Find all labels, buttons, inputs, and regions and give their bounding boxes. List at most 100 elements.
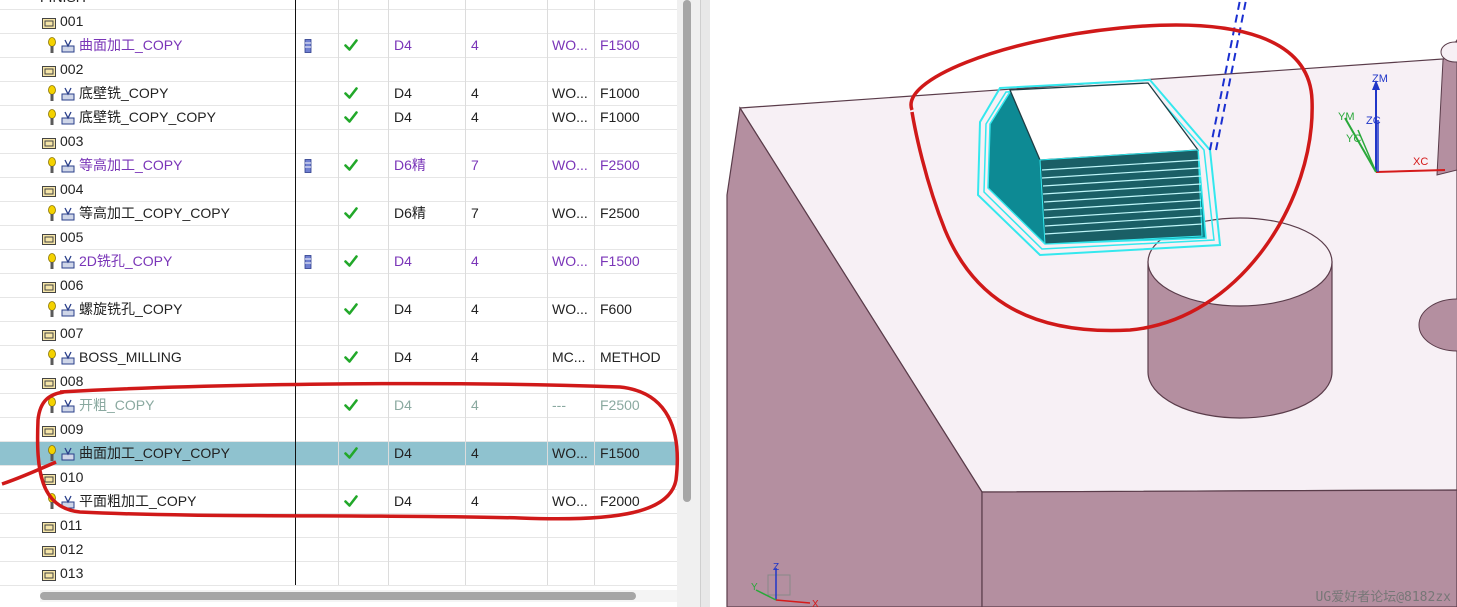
boss-milling-op-icon: [60, 350, 76, 366]
operation-name: 螺旋铣孔_COPY: [79, 301, 183, 317]
tool-change-icon: [304, 159, 312, 173]
method-name: METHOD: [600, 349, 661, 365]
face-rough-op-icon: [60, 494, 76, 510]
program-group-name: 001: [60, 13, 84, 29]
tool-change-icon: [304, 39, 312, 53]
tool-name: D4: [394, 397, 412, 413]
geometry-name: MC...: [552, 349, 586, 365]
program-group-name: 011: [60, 517, 83, 533]
partial-header-label: FINISH: [40, 0, 86, 9]
operation-name: 等高加工_COPY_COPY: [79, 205, 230, 221]
tool-name: D6精: [394, 205, 426, 221]
zlevel-op-icon: [60, 206, 76, 222]
method-name: F2500: [600, 205, 640, 221]
operation-name: 底壁铣_COPY: [79, 85, 169, 101]
program-group-name: 005: [60, 229, 84, 245]
operation-name: 底壁铣_COPY_COPY: [79, 109, 216, 125]
program-group-icon: [42, 184, 57, 197]
method-name: F1500: [600, 37, 640, 53]
program-group-icon: [42, 376, 57, 389]
path-status-check-icon: [344, 302, 358, 316]
path-status-check-icon: [344, 446, 358, 460]
program-group-icon: [42, 520, 57, 533]
vertical-scroll-thumb[interactable]: [683, 0, 691, 502]
yc-label: YC: [1346, 133, 1361, 145]
contour-op-icon: [60, 446, 76, 462]
path-status-check-icon: [344, 38, 358, 52]
horizontal-scroll-thumb[interactable]: [40, 592, 636, 600]
ym-label: YM: [1338, 111, 1355, 123]
path-status-check-icon: [344, 110, 358, 124]
mini-z-label: Z: [773, 562, 779, 573]
graphics-viewport[interactable]: ZM YM ZC YC XC Z Y X UG爱好者论坛@8182zx: [710, 0, 1457, 607]
method-name: F1500: [600, 253, 640, 269]
tool-name: D4: [394, 445, 412, 461]
column-divider-path[interactable]: [388, 0, 389, 585]
method-name: F2500: [600, 157, 640, 173]
program-group-name: 004: [60, 181, 84, 197]
geometry-name: WO...: [552, 253, 588, 269]
tool-number: 4: [471, 253, 479, 269]
zlevel-op-icon: [60, 158, 76, 174]
status-bulb-icon: [48, 37, 56, 54]
operation-name: 2D铣孔_COPY: [79, 253, 173, 269]
program-group-name: 010: [60, 469, 84, 485]
status-bulb-icon: [48, 493, 56, 510]
program-group-name: 009: [60, 421, 84, 437]
floor-wall-op-icon: [60, 110, 76, 126]
operation-name: 曲面加工_COPY_COPY: [79, 445, 230, 461]
watermark: UG爱好者论坛@8182zx: [1315, 590, 1451, 605]
column-divider-geom[interactable]: [594, 0, 595, 585]
operation-navigator: FINISH 001 曲面加工_COPY D4 4 WO... F1500 002 底壁铣_C…: [0, 0, 700, 607]
path-status-check-icon: [344, 158, 358, 172]
program-group-name: 013: [60, 565, 84, 581]
program-group-icon: [42, 232, 57, 245]
status-bulb-icon: [48, 301, 56, 318]
operation-name: 等高加工_COPY: [79, 157, 183, 173]
program-group-name: 008: [60, 373, 84, 389]
tool-number: 4: [471, 37, 479, 53]
tool-number: 7: [471, 157, 479, 173]
tool-name: D4: [394, 37, 412, 53]
status-bulb-icon: [48, 253, 56, 270]
helical-op-icon: [60, 302, 76, 318]
program-group-icon: [42, 472, 57, 485]
mini-y-label: Y: [751, 582, 758, 593]
path-status-check-icon: [344, 254, 358, 268]
zm-label: ZM: [1372, 73, 1388, 85]
program-group-icon: [42, 424, 57, 437]
program-group-name: 006: [60, 277, 84, 293]
path-status-check-icon: [344, 350, 358, 364]
column-divider-num[interactable]: [547, 0, 548, 585]
status-bulb-icon: [48, 205, 56, 222]
operation-name: 开粗_COPY: [79, 397, 155, 413]
geometry-name: WO...: [552, 493, 588, 509]
tool-number: 4: [471, 301, 479, 317]
tool-number: 4: [471, 493, 479, 509]
status-bulb-icon: [48, 109, 56, 126]
status-bulb-icon: [48, 349, 56, 366]
method-name: F1000: [600, 85, 640, 101]
operation-name: BOSS_MILLING: [79, 349, 182, 365]
cavity-mill-op-icon: [60, 398, 76, 414]
geometry-name: WO...: [552, 109, 588, 125]
tool-name: D4: [394, 85, 412, 101]
tool-number: 7: [471, 205, 479, 221]
program-group-name: 003: [60, 133, 84, 149]
tool-name: D4: [394, 493, 412, 509]
mini-x-label: X: [812, 599, 819, 607]
hole-milling-op-icon: [60, 254, 76, 270]
geometry-name: WO...: [552, 205, 588, 221]
tool-number: 4: [471, 109, 479, 125]
xc-label: XC: [1413, 156, 1428, 168]
contour-op-icon: [60, 38, 76, 54]
column-divider-tool[interactable]: [338, 0, 339, 585]
column-divider-toolname[interactable]: [465, 0, 466, 585]
program-group-name: 002: [60, 61, 84, 77]
geometry-name: WO...: [552, 85, 588, 101]
path-status-check-icon: [344, 494, 358, 508]
program-group-icon: [42, 328, 57, 341]
tool-number: 4: [471, 445, 479, 461]
column-divider-name[interactable]: [295, 0, 296, 585]
path-status-check-icon: [344, 86, 358, 100]
